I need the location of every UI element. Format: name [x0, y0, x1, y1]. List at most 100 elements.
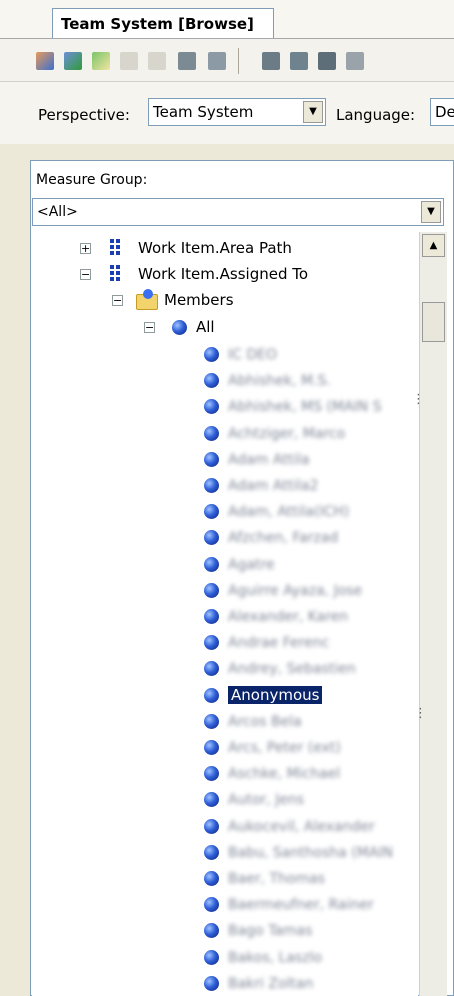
- member-label: Adam Attila: [228, 452, 310, 468]
- grid-icon[interactable]: [262, 52, 280, 70]
- language-value: De: [435, 103, 454, 121]
- filter-icon[interactable]: [178, 52, 196, 70]
- funnel-icon[interactable]: [318, 52, 336, 70]
- selected-member-label: Anonymous: [228, 686, 323, 704]
- collapse-icon[interactable]: −: [144, 322, 155, 333]
- sort-asc-icon[interactable]: [120, 52, 138, 70]
- collapse-icon[interactable]: −: [80, 269, 91, 280]
- tree-node-member[interactable]: Bakos, Laszlo: [228, 946, 322, 968]
- measure-group-label: Measure Group:: [36, 172, 148, 188]
- member-icon: [204, 347, 219, 362]
- member-icon: [204, 950, 219, 965]
- tree-node-member[interactable]: Aschke, Michael: [228, 762, 340, 784]
- member-label: Arcos Bela: [228, 714, 302, 730]
- member-icon: [204, 426, 219, 441]
- tree-node-member[interactable]: Afzchen, Farzad: [228, 526, 338, 548]
- tab-team-system-browse[interactable]: Team System [Browse]: [52, 8, 274, 38]
- tree-node-area-path[interactable]: Work Item.Area Path: [138, 237, 292, 259]
- perspective-select[interactable]: Team System ▼: [148, 98, 326, 126]
- tree-node-member[interactable]: Babu, Santhosha (MAIN: [228, 841, 393, 863]
- tree-node-assigned-to[interactable]: Work Item.Assigned To: [138, 263, 308, 285]
- measure-group-value: <All>: [37, 204, 78, 220]
- expand-icon[interactable]: +: [80, 243, 91, 254]
- language-select[interactable]: De: [430, 98, 454, 126]
- collapse-icon[interactable]: −: [112, 295, 123, 306]
- tree-node-member[interactable]: Andrae Ferenc: [228, 631, 329, 653]
- tab-strip: Team System [Browse]: [0, 0, 454, 39]
- member-label: Bakri Zoltan: [228, 976, 314, 992]
- member-icon: [204, 976, 219, 991]
- member-icon: [204, 661, 219, 676]
- perspective-label: Perspective:: [38, 106, 130, 124]
- tree-node-member[interactable]: Adam Attila: [228, 448, 310, 470]
- tree-node-members[interactable]: Members: [164, 289, 234, 311]
- member-label: Achtziger, Marco: [228, 426, 346, 442]
- member-icon: [204, 373, 219, 388]
- chevron-down-icon[interactable]: ▼: [421, 201, 441, 223]
- tree-node-member[interactable]: Alexander, Karen: [228, 605, 348, 627]
- member-label: Aschke, Michael: [228, 766, 341, 782]
- hierarchy-icon: [110, 265, 122, 283]
- tree-node-member[interactable]: Autor, Jens: [228, 788, 304, 810]
- member-icon: [204, 897, 219, 912]
- member-label: Abhishek, MS (MAIN S: [228, 399, 382, 415]
- member-icon: [204, 923, 219, 938]
- tree-node-member[interactable]: Arcs, Peter (ext): [228, 736, 341, 758]
- member-label: Andrae Ferenc: [228, 635, 330, 651]
- member-label: Bakos, Laszlo: [228, 950, 323, 966]
- measure-group-select[interactable]: <All> ▼: [32, 198, 444, 226]
- tree-node-member[interactable]: Bago Tamas: [228, 919, 312, 941]
- tree-node-member[interactable]: Adam, Attila(ICH): [228, 500, 349, 522]
- tree-node-member[interactable]: Abhishek, MS (MAIN S: [228, 395, 382, 417]
- users-icon[interactable]: [36, 52, 54, 70]
- tree-node-member[interactable]: Baer, Thomas: [228, 867, 325, 889]
- tree-node-member[interactable]: Adam Attila2: [228, 474, 318, 496]
- chevron-down-icon[interactable]: ▼: [303, 101, 323, 123]
- member-icon: [204, 399, 219, 414]
- tree-node-member[interactable]: Bakri Zoltan: [228, 972, 313, 994]
- toolbar-separator: [238, 48, 239, 74]
- resize-grip: ⋮: [414, 706, 427, 721]
- member-label: Aukocevil, Alexander: [228, 819, 375, 835]
- eraser-icon[interactable]: [346, 52, 364, 70]
- cube-icon[interactable]: [64, 52, 82, 70]
- member-icon: [204, 740, 219, 755]
- tree-node-member[interactable]: Baermeufner, Rainer: [228, 893, 374, 915]
- tree-node-member[interactable]: Abhishek, M.S.: [228, 369, 331, 391]
- tree-node-member[interactable]: Aguirre Ayaza, Jose: [228, 579, 362, 601]
- member-label: Adam, Attila(ICH): [228, 504, 350, 520]
- member-icon: [204, 714, 219, 729]
- language-label: Language:: [336, 106, 416, 124]
- metadata-tree: + Work Item.Area Path − Work Item.Assign…: [32, 232, 418, 996]
- member-icon: [204, 504, 219, 519]
- member-icon: [204, 688, 219, 703]
- table-icon[interactable]: [290, 52, 308, 70]
- filter-dropdown-icon[interactable]: [208, 52, 226, 70]
- member-icon: [204, 557, 219, 572]
- member-icon: [204, 635, 219, 650]
- member-label: Aguirre Ayaza, Jose: [228, 583, 363, 599]
- tree-node-member[interactable]: Agatre: [228, 553, 275, 575]
- tree-node-member[interactable]: IC DEO: [228, 343, 277, 365]
- refresh-icon[interactable]: [92, 52, 110, 70]
- tree-node-member[interactable]: Andrey, Sebastien: [228, 657, 356, 679]
- member-icon: [204, 452, 219, 467]
- member-label: Afzchen, Farzad: [228, 530, 339, 546]
- tree-node-member-selected[interactable]: Anonymous: [228, 684, 323, 706]
- tree-node-member[interactable]: Arcos Bela: [228, 710, 302, 732]
- scroll-thumb[interactable]: [422, 302, 445, 342]
- sort-desc-icon[interactable]: [148, 52, 166, 70]
- member-label: Babu, Santhosha (MAIN: [228, 845, 394, 861]
- tree-node-all[interactable]: All: [196, 316, 215, 338]
- tree-node-member[interactable]: Achtziger, Marco: [228, 422, 345, 444]
- member-label: Abhishek, M.S.: [228, 373, 331, 389]
- member-icon: [204, 583, 219, 598]
- member-icon: [172, 320, 187, 335]
- member-label: Andrey, Sebastien: [228, 661, 356, 677]
- member-icon: [204, 478, 219, 493]
- member-icon: [204, 819, 219, 834]
- scroll-up-button[interactable]: ▲: [422, 234, 445, 257]
- tree-node-member[interactable]: Aukocevil, Alexander: [228, 815, 375, 837]
- tree-scrollbar[interactable]: ▲: [419, 232, 447, 996]
- hierarchy-icon: [110, 239, 122, 257]
